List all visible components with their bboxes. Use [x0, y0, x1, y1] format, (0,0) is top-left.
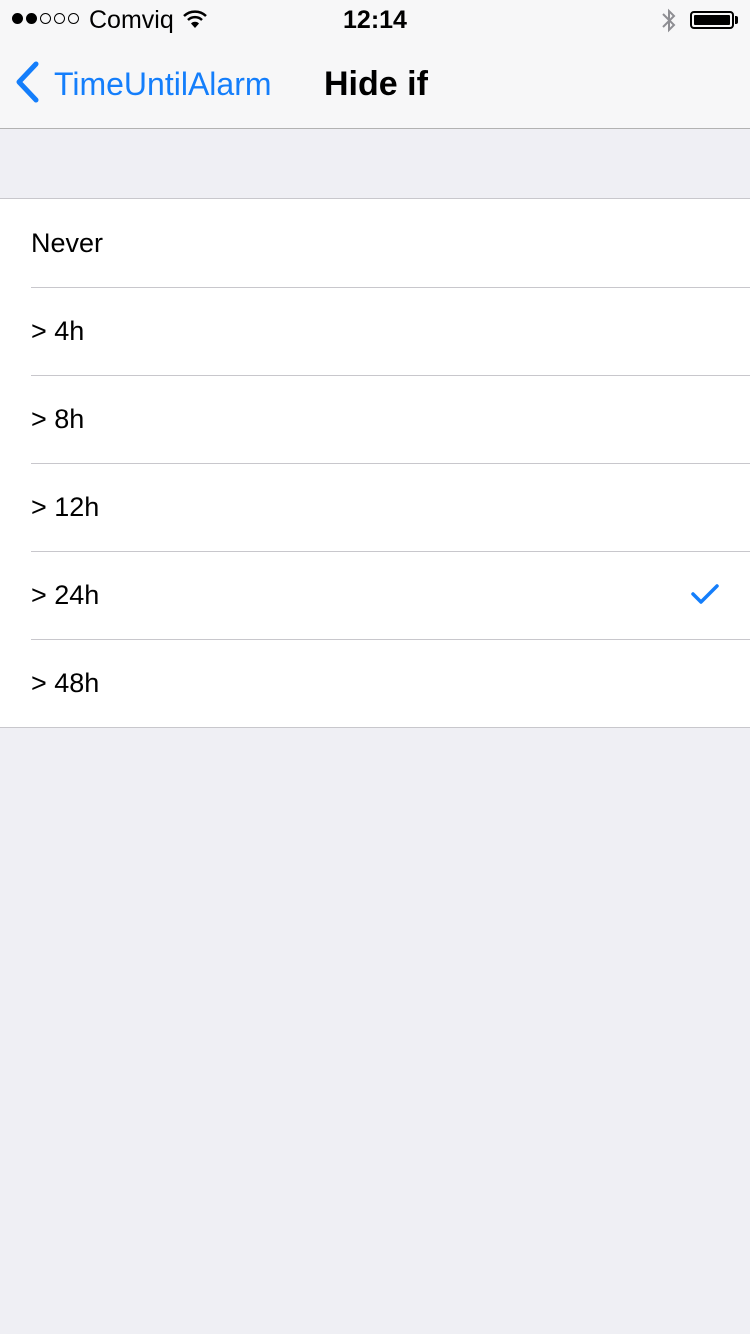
option-row-never[interactable]: Never — [0, 199, 750, 287]
status-bar: Comviq 12:14 — [0, 0, 750, 40]
option-row-12h[interactable]: > 12h — [0, 463, 750, 551]
option-label: > 4h — [31, 316, 85, 346]
option-row-8h[interactable]: > 8h — [0, 375, 750, 463]
bluetooth-icon — [660, 7, 678, 39]
navigation-bar: TimeUntilAlarm Hide if — [0, 40, 750, 129]
back-button-label: TimeUntilAlarm — [54, 65, 272, 102]
option-label: Never — [31, 228, 104, 258]
option-label: > 8h — [31, 404, 85, 434]
battery-icon — [690, 11, 734, 29]
option-row-24h[interactable]: > 24h — [0, 551, 750, 639]
option-label: > 24h — [31, 580, 100, 610]
option-row-4h[interactable]: > 4h — [0, 287, 750, 375]
checkmark-icon — [691, 583, 719, 610]
option-row-48h[interactable]: > 48h — [0, 639, 750, 727]
chevron-left-icon — [14, 61, 40, 108]
battery-tip — [735, 16, 738, 24]
back-button[interactable]: TimeUntilAlarm — [14, 40, 272, 128]
option-label: > 12h — [31, 492, 100, 522]
options-list: Never > 4h > 8h > 12h > 24h > 48h — [0, 198, 750, 728]
page-title: Hide if — [324, 65, 428, 103]
option-label: > 48h — [31, 668, 100, 698]
status-time: 12:14 — [343, 6, 407, 34]
